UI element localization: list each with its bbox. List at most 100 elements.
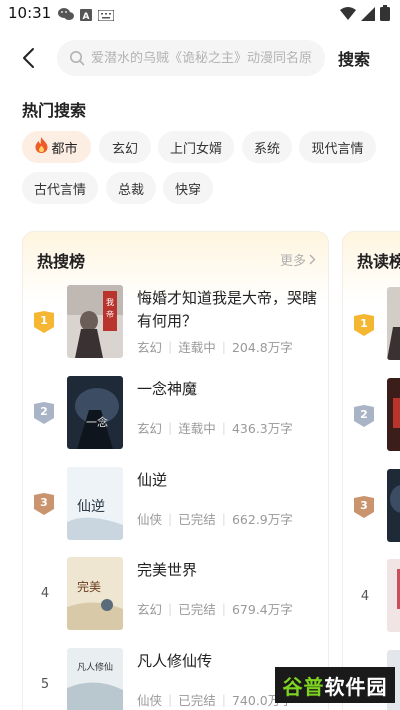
chevron-left-icon — [23, 48, 34, 68]
rank-number: 3 — [40, 496, 48, 509]
watermark-part1: 谷普 — [282, 674, 325, 699]
status-bar: 10:31 A — [0, 0, 400, 28]
book-meta: 玄幻 | 连载中 | 204.8万字 — [137, 337, 293, 356]
rank-number: 1 — [360, 317, 368, 330]
book-genre: 玄幻 — [137, 602, 163, 617]
divider: | — [168, 339, 173, 354]
divider: | — [221, 601, 226, 616]
book-words: 204.8万字 — [231, 340, 293, 355]
svg-text:凡人修仙: 凡人修仙 — [77, 661, 113, 673]
status-notification-icons: A — [58, 6, 115, 25]
tag-gudai-yanqing[interactable]: 古代言情 — [22, 172, 98, 204]
book-cover: 一念 — [67, 376, 123, 449]
rank-number: 2 — [360, 408, 368, 421]
more-link[interactable]: 更多 — [280, 250, 316, 269]
rank-number: 2 — [40, 405, 48, 418]
rank-number: 4 — [40, 585, 50, 601]
rank-number: 3 — [360, 499, 368, 512]
book-status: 已完结 — [178, 602, 216, 617]
book-genre: 仙侠 — [137, 512, 163, 527]
svg-text:帝: 帝 — [106, 309, 114, 319]
tag-zongcai[interactable]: 总裁 — [106, 172, 156, 204]
book-words: 662.9万字 — [231, 512, 293, 527]
book-cover — [387, 559, 400, 632]
book-meta: 玄幻 | 已完结 | 679.4万字 — [137, 599, 293, 618]
search-input[interactable] — [91, 50, 321, 66]
book-status: 已完结 — [178, 693, 216, 708]
book-genre: 仙侠 — [137, 693, 163, 708]
book-cover — [387, 378, 400, 451]
keyboard-icon — [97, 6, 115, 25]
wifi-icon — [340, 6, 356, 25]
book-cover: 仙逆 — [67, 467, 123, 540]
divider: | — [221, 692, 226, 707]
svg-text:A: A — [83, 12, 90, 21]
tag-xuanhuan[interactable]: 玄幻 — [99, 131, 151, 163]
svg-text:完美: 完美 — [77, 579, 101, 594]
hot-read-list-title: 热读榜 — [357, 252, 400, 271]
svg-text:我: 我 — [106, 297, 114, 307]
book-meta: 仙侠 | 已完结 | 740.0万字 — [137, 690, 293, 709]
divider: | — [221, 511, 226, 526]
site-watermark: 谷普 软件园 — [275, 667, 395, 703]
book-cover: 我帝 — [67, 285, 123, 358]
book-row[interactable]: 4 完美 完美世界 玄幻 | 已完结 | 679.4万字 — [23, 557, 330, 633]
fire-icon — [35, 137, 48, 157]
book-title: 完美世界 — [137, 561, 198, 579]
book-meta: 玄幻 | 连载中 | 436.3万字 — [137, 418, 293, 437]
book-cover — [387, 287, 400, 360]
book-title: 一念神魔 — [137, 380, 198, 398]
hot-list-card: 热搜榜 更多 1 我帝 悔婚才知道我是大帝，哭瞎有何用？ 玄幻 | 连载中 | … — [22, 231, 329, 710]
book-genre: 玄幻 — [137, 340, 163, 355]
svg-text:一念: 一念 — [86, 415, 108, 429]
svg-text:仙逆: 仙逆 — [77, 499, 105, 515]
book-row[interactable]: 2 一念 一念神魔 玄幻 | 连载中 | 436.3万字 — [23, 376, 330, 452]
tag-kuaichuan[interactable]: 快穿 — [163, 172, 213, 204]
tag-xitong[interactable]: 系统 — [242, 131, 292, 163]
rank-badge-silver: 2 — [354, 405, 374, 427]
rank-badge-gold: 1 — [354, 314, 374, 336]
book-row[interactable]: 1 我帝 悔婚才知道我是大帝，哭瞎有何用？ 玄幻 | 连载中 | 204.8万字 — [23, 285, 330, 361]
book-title: 悔婚才知道我是大帝，哭瞎有何用？ — [137, 289, 318, 330]
tag-dushi[interactable]: 都市 — [22, 131, 91, 163]
rank-badge-gold: 1 — [34, 311, 54, 333]
divider: | — [221, 339, 226, 354]
signal-icon — [361, 6, 375, 25]
book-cover: 完美 — [67, 557, 123, 630]
battery-icon — [380, 5, 390, 25]
chevron-right-icon — [309, 254, 316, 265]
status-time: 10:31 — [8, 4, 52, 22]
book-genre: 玄幻 — [137, 421, 163, 436]
divider: | — [221, 420, 226, 435]
divider: | — [168, 420, 173, 435]
more-label: 更多 — [279, 254, 306, 269]
rank-badge-bronze: 3 — [354, 496, 374, 518]
book-meta: 仙侠 | 已完结 | 662.9万字 — [137, 509, 293, 528]
hot-list-title: 热搜榜 — [37, 252, 86, 271]
tag-xiandai-yanqing[interactable]: 现代言情 — [299, 131, 376, 163]
back-button[interactable] — [14, 44, 42, 72]
tag-shangmen-nvxu[interactable]: 上门女婿 — [158, 131, 234, 163]
divider: | — [168, 511, 173, 526]
search-icon — [70, 51, 85, 66]
rank-badge-silver: 2 — [34, 402, 54, 424]
book-row[interactable]: 3 仙逆 仙逆 仙侠 | 已完结 | 662.9万字 — [23, 467, 330, 543]
book-status: 已完结 — [178, 512, 216, 527]
search-button[interactable]: 搜索 — [338, 46, 370, 70]
app-a-icon: A — [80, 6, 92, 25]
book-title: 仙逆 — [137, 471, 168, 489]
rank-number: 5 — [40, 676, 50, 692]
book-cover: 凡人修仙 — [67, 648, 123, 710]
tag-label: 都市 — [51, 141, 78, 157]
search-box[interactable] — [57, 40, 325, 76]
book-cover — [387, 469, 400, 542]
search-top-bar: 搜索 — [0, 38, 400, 78]
status-system-icons — [340, 5, 390, 25]
wechat-icon — [58, 6, 74, 25]
hot-read-list-card[interactable]: 热读榜 1 2 3 4 — [342, 231, 400, 710]
book-status: 连载中 — [178, 421, 216, 436]
rank-number: 4 — [360, 588, 370, 604]
hot-search-title: 热门搜索 — [22, 101, 87, 120]
watermark-part2: 软件园 — [324, 674, 388, 699]
book-words: 436.3万字 — [231, 421, 293, 436]
